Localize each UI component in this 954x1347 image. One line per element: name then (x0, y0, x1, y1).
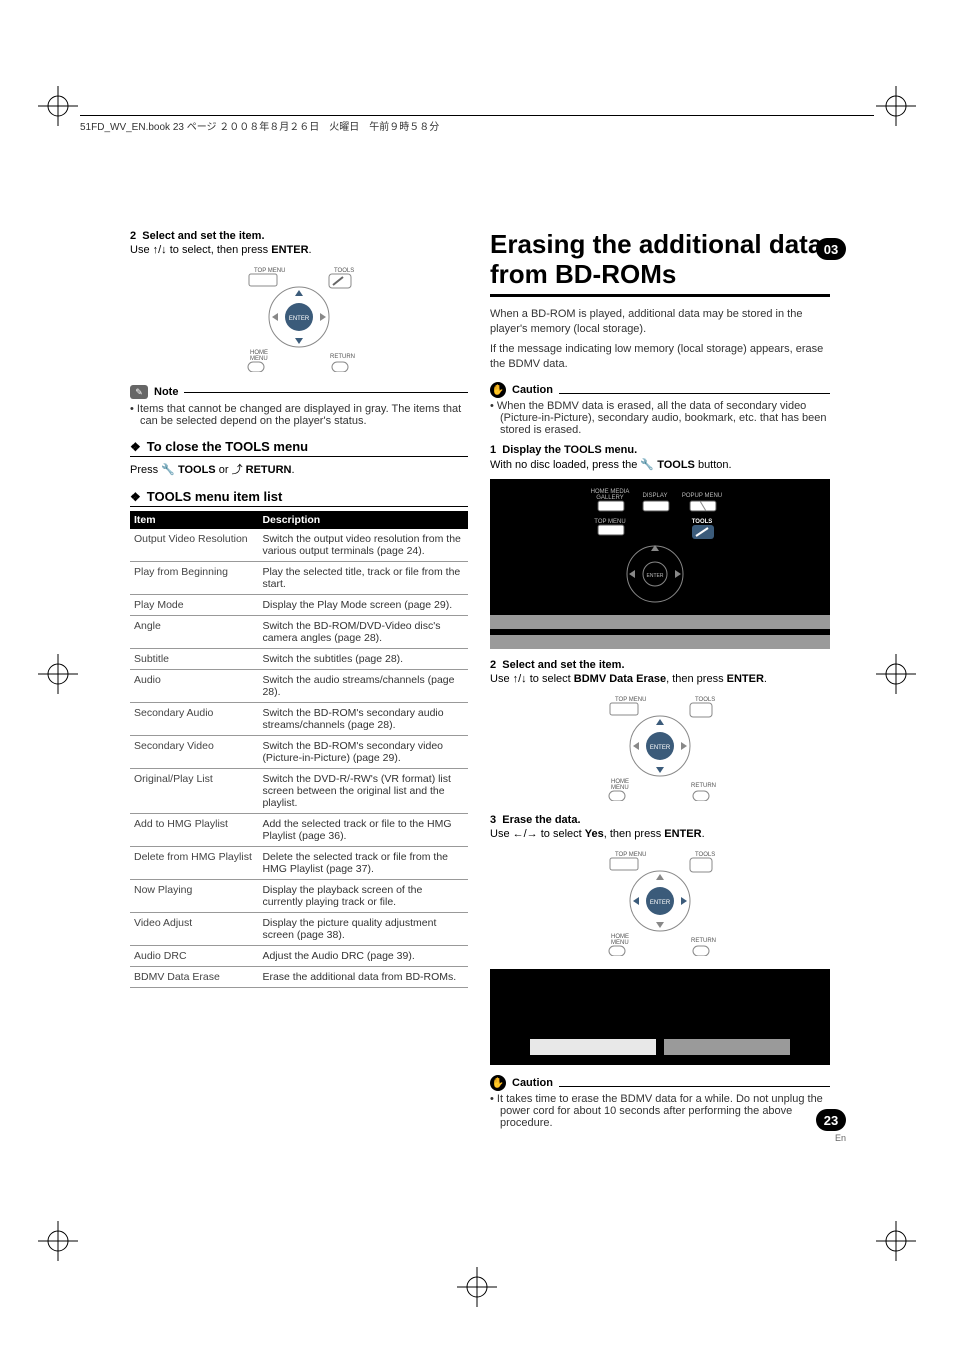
caution-label: Caution (512, 384, 553, 396)
intro-para-1: When a BD-ROM is played, additional data… (490, 307, 830, 337)
label-return: RETURN (330, 354, 355, 360)
up-down-arrows-icon: ↑/↓ (513, 673, 527, 685)
svg-text:DISPLAY: DISPLAY (643, 493, 668, 499)
press-line: Press 🔧 TOOLS or ⤴ RETURN. (130, 461, 468, 477)
right-column: Erasing the additional data from BD-ROMs… (490, 230, 830, 1137)
table-row: AngleSwitch the BD-ROM/DVD-Video disc's … (130, 616, 468, 649)
note-label: Note (154, 386, 178, 398)
hand-icon: ✋ (490, 382, 506, 398)
label-tools: TOOLS (334, 268, 354, 274)
table-row: BDMV Data EraseErase the additional data… (130, 967, 468, 988)
svg-text:RETURN: RETURN (691, 938, 716, 944)
table-row: Output Video ResolutionSwitch the output… (130, 529, 468, 562)
th-item: Item (130, 511, 258, 529)
label-enter: ENTER (289, 316, 310, 322)
caution-label: Caution (512, 1077, 553, 1089)
svg-text:ENTER: ENTER (650, 745, 671, 751)
table-row: Secondary AudioSwitch the BD-ROM's secon… (130, 703, 468, 736)
running-header-text: 51FD_WV_EN.book 23 ページ ２００８年８月２６日 火曜日 午前… (80, 122, 439, 133)
left-right-arrows-icon: ←/→ (513, 828, 538, 840)
diamond-icon: ❖ (130, 440, 141, 454)
intro-para-2: If the message indicating low memory (lo… (490, 342, 830, 372)
svg-text:TOOLS: TOOLS (692, 519, 713, 525)
svg-text:TOOLS: TOOLS (695, 852, 715, 858)
osd-button-left (530, 1039, 656, 1055)
tools-table: Item Description Output Video Resolution… (130, 511, 468, 988)
wrench-icon: 🔧 (640, 459, 657, 471)
black-panel-1: HOME MEDIA GALLERY DISPLAY POPUP MENU TO… (490, 479, 830, 649)
table-row: Add to HMG PlaylistAdd the selected trac… (130, 814, 468, 847)
right-step1: 1 Display the TOOLS menu. (490, 444, 830, 456)
crop-mark-mid-left (38, 654, 78, 694)
table-row: Video AdjustDisplay the picture quality … (130, 913, 468, 946)
svg-text:MENU: MENU (611, 940, 629, 946)
left-column: 2 Select and set the item. Use ↑/↓ to se… (130, 230, 468, 1137)
note-heading: ✎ Note (130, 385, 468, 399)
right-step1-sub: With no disc loaded, press the 🔧 TOOLS b… (490, 458, 830, 471)
caution-heading-2: ✋ Caution (490, 1075, 830, 1091)
svg-text:TOP MENU: TOP MENU (615, 852, 646, 858)
black-panel-2 (490, 969, 830, 1065)
remote-figure-step2: TOP MENU TOOLS ENTER HOME MENU RETURN (490, 691, 830, 804)
osd-row (490, 635, 830, 649)
diamond-icon: ❖ (130, 490, 141, 504)
table-row: Play from BeginningPlay the selected tit… (130, 562, 468, 595)
hand-icon: ✋ (490, 1075, 506, 1091)
svg-text:ENTER: ENTER (647, 573, 664, 579)
osd-button-right (664, 1039, 790, 1055)
crop-mark-top-right (876, 86, 916, 126)
table-row: Secondary VideoSwitch the BD-ROM's secon… (130, 736, 468, 769)
caution-heading-1: ✋ Caution (490, 382, 830, 398)
table-row: Original/Play ListSwitch the DVD-R/-RW's… (130, 769, 468, 814)
svg-text:TOP MENU: TOP MENU (594, 519, 625, 525)
left-step2-sub: Use ↑/↓ to select, then press ENTER. (130, 244, 468, 256)
svg-text:RETURN: RETURN (691, 783, 716, 789)
pencil-icon: ✎ (130, 385, 148, 399)
left-step2: 2 Select and set the item. (130, 230, 468, 242)
crop-mark-bottom-right (876, 1221, 916, 1261)
label-top-menu: TOP MENU (254, 268, 285, 274)
title-rule (490, 294, 830, 297)
return-arrow-icon: ⤴ (232, 464, 246, 476)
remote-figure-step3: TOP MENU TOOLS ENTER HOME MENU RETURN (490, 846, 830, 959)
caution-bullet-2: • It takes time to erase the BDMV data f… (490, 1093, 830, 1129)
note-rule (184, 392, 468, 393)
osd-row (490, 615, 830, 629)
svg-text:MENU: MENU (250, 356, 268, 362)
remote-figure-left: TOP MENU TOOLS ENTER HOME MENU RETURN (130, 262, 468, 375)
th-desc: Description (258, 511, 468, 529)
table-row: AudioSwitch the audio streams/channels (… (130, 670, 468, 703)
svg-text:TOP MENU: TOP MENU (615, 697, 646, 703)
svg-text:MENU: MENU (611, 785, 629, 791)
caution-bullet-1: • When the BDMV data is erased, all the … (490, 400, 830, 436)
section-tools-list: ❖ TOOLS menu item list (130, 489, 468, 507)
svg-text:POPUP MENU: POPUP MENU (682, 493, 722, 499)
right-step2: 2 Select and set the item. (490, 659, 830, 671)
crop-mark-mid-right (876, 654, 916, 694)
running-header: 51FD_WV_EN.book 23 ページ ２００８年８月２６日 火曜日 午前… (80, 115, 874, 133)
right-step3-sub: Use ←/→ to select Yes, then press ENTER. (490, 828, 830, 840)
right-step3: 3 Erase the data. (490, 814, 830, 826)
svg-text:GALLERY: GALLERY (596, 495, 624, 501)
section-close-tools: ❖ To close the TOOLS menu (130, 439, 468, 457)
wrench-icon: 🔧 (161, 464, 178, 476)
crop-mark-top-left (38, 86, 78, 126)
table-row: Play ModeDisplay the Play Mode screen (p… (130, 595, 468, 616)
svg-text:TOOLS: TOOLS (695, 697, 715, 703)
page-title: Erasing the additional data from BD-ROMs (490, 230, 830, 290)
svg-text:ENTER: ENTER (650, 900, 671, 906)
table-row: SubtitleSwitch the subtitles (page 28). (130, 649, 468, 670)
table-row: Audio DRCAdjust the Audio DRC (page 39). (130, 946, 468, 967)
table-row: Delete from HMG PlaylistDelete the selec… (130, 847, 468, 880)
up-down-arrows-icon: ↑/↓ (153, 244, 167, 256)
right-step2-sub: Use ↑/↓ to select BDMV Data Erase, then … (490, 673, 830, 685)
table-row: Now PlayingDisplay the playback screen o… (130, 880, 468, 913)
note-bullet: • Items that cannot be changed are displ… (130, 403, 468, 427)
crop-mark-mid-bottom (457, 1267, 497, 1307)
crop-mark-bottom-left (38, 1221, 78, 1261)
